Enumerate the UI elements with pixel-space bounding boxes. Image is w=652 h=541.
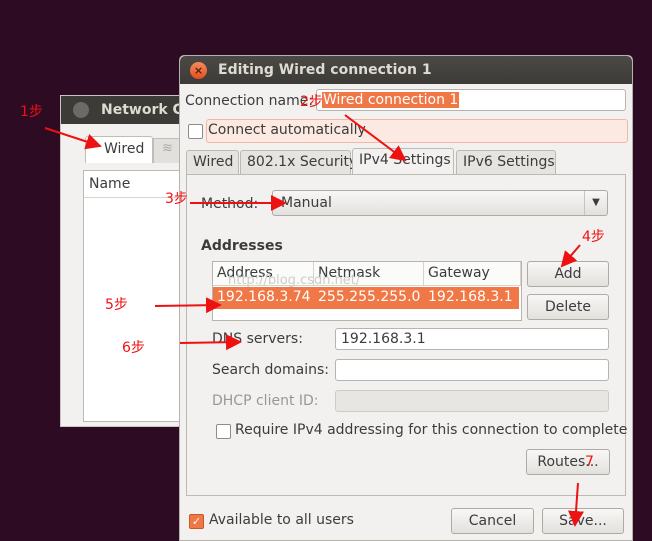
tab-ipv6-settings[interactable]: IPv6 Settings [456, 150, 556, 175]
require-ipv4-checkbox[interactable] [216, 424, 231, 439]
close-icon[interactable]: × [190, 62, 207, 79]
method-value: Manual [281, 195, 332, 211]
col-gateway[interactable]: Gateway [424, 262, 521, 286]
tab-ipv4-settings[interactable]: IPv4 Settings [352, 148, 454, 175]
routes-button[interactable]: Routes... [526, 449, 610, 475]
dns-input[interactable]: 192.168.3.1 [335, 328, 609, 350]
table-row[interactable]: 192.168.3.74 255.255.255.0 192.168.3.1 [213, 287, 519, 309]
tab-wired[interactable]: Wired [186, 150, 239, 175]
connection-name-value: Wired connection 1 [322, 92, 460, 108]
save-button[interactable]: Save... [542, 508, 624, 534]
connection-name-input[interactable]: Wired connection 1 [316, 89, 626, 111]
cell-netmask: 255.255.255.0 [318, 289, 421, 305]
wifi-icon: ≋ [162, 141, 173, 156]
annotation-step-5: 5步 [105, 297, 128, 313]
tab-wired-connections[interactable]: Wired [85, 136, 153, 163]
require-ipv4-label[interactable]: Require IPv4 addressing for this connect… [235, 422, 627, 438]
search-domains-label: Search domains: [212, 362, 329, 378]
tab-8021x-security[interactable]: 802.1x Security [240, 150, 357, 175]
addresses-table[interactable]: Address Netmask Gateway 192.168.3.74 255… [212, 261, 522, 321]
bg-window-title: Network C [101, 102, 183, 118]
annotation-step-7: 7 [585, 454, 594, 470]
connect-auto-label[interactable]: Connect automatically [208, 122, 366, 138]
chevron-down-icon: ▼ [584, 191, 607, 215]
dns-label: DNS servers: [212, 331, 303, 347]
available-all-users-label[interactable]: Available to all users [209, 512, 354, 528]
dialog-title: Editing Wired connection 1 [218, 62, 432, 78]
tab-wired-label: Wired [104, 141, 145, 157]
editing-dialog: × Editing Wired connection 1 Connection … [179, 55, 633, 541]
connect-auto-checkbox[interactable] [188, 124, 203, 139]
method-select[interactable]: Manual ▼ [272, 190, 608, 216]
cell-address: 192.168.3.74 [217, 289, 311, 305]
cancel-button[interactable]: Cancel [451, 508, 534, 534]
annotation-step-3: 3步 [165, 191, 188, 207]
list-header-name: Name [89, 176, 131, 192]
watermark: http://blog.csdn.net/ [228, 273, 361, 288]
annotation-step-2: 2步 [300, 94, 323, 110]
annotation-step-4: 4步 [582, 229, 605, 245]
add-button[interactable]: Add [527, 261, 609, 287]
addresses-heading: Addresses [201, 238, 283, 254]
annotation-step-1: 1步 [20, 104, 43, 120]
connection-name-label: Connection name: [185, 93, 314, 109]
bg-close-icon[interactable] [73, 102, 89, 118]
available-all-users-checkbox[interactable]: ✓ [189, 514, 204, 529]
delete-button[interactable]: Delete [527, 294, 609, 320]
method-label: Method: [201, 196, 259, 212]
dialog-titlebar: × Editing Wired connection 1 [180, 56, 632, 84]
dhcp-client-id-label: DHCP client ID: [212, 393, 319, 409]
cell-gateway: 192.168.3.1 [428, 289, 513, 305]
search-domains-input[interactable] [335, 359, 609, 381]
dhcp-client-id-input [335, 390, 609, 412]
annotation-step-6: 6步 [122, 340, 145, 356]
